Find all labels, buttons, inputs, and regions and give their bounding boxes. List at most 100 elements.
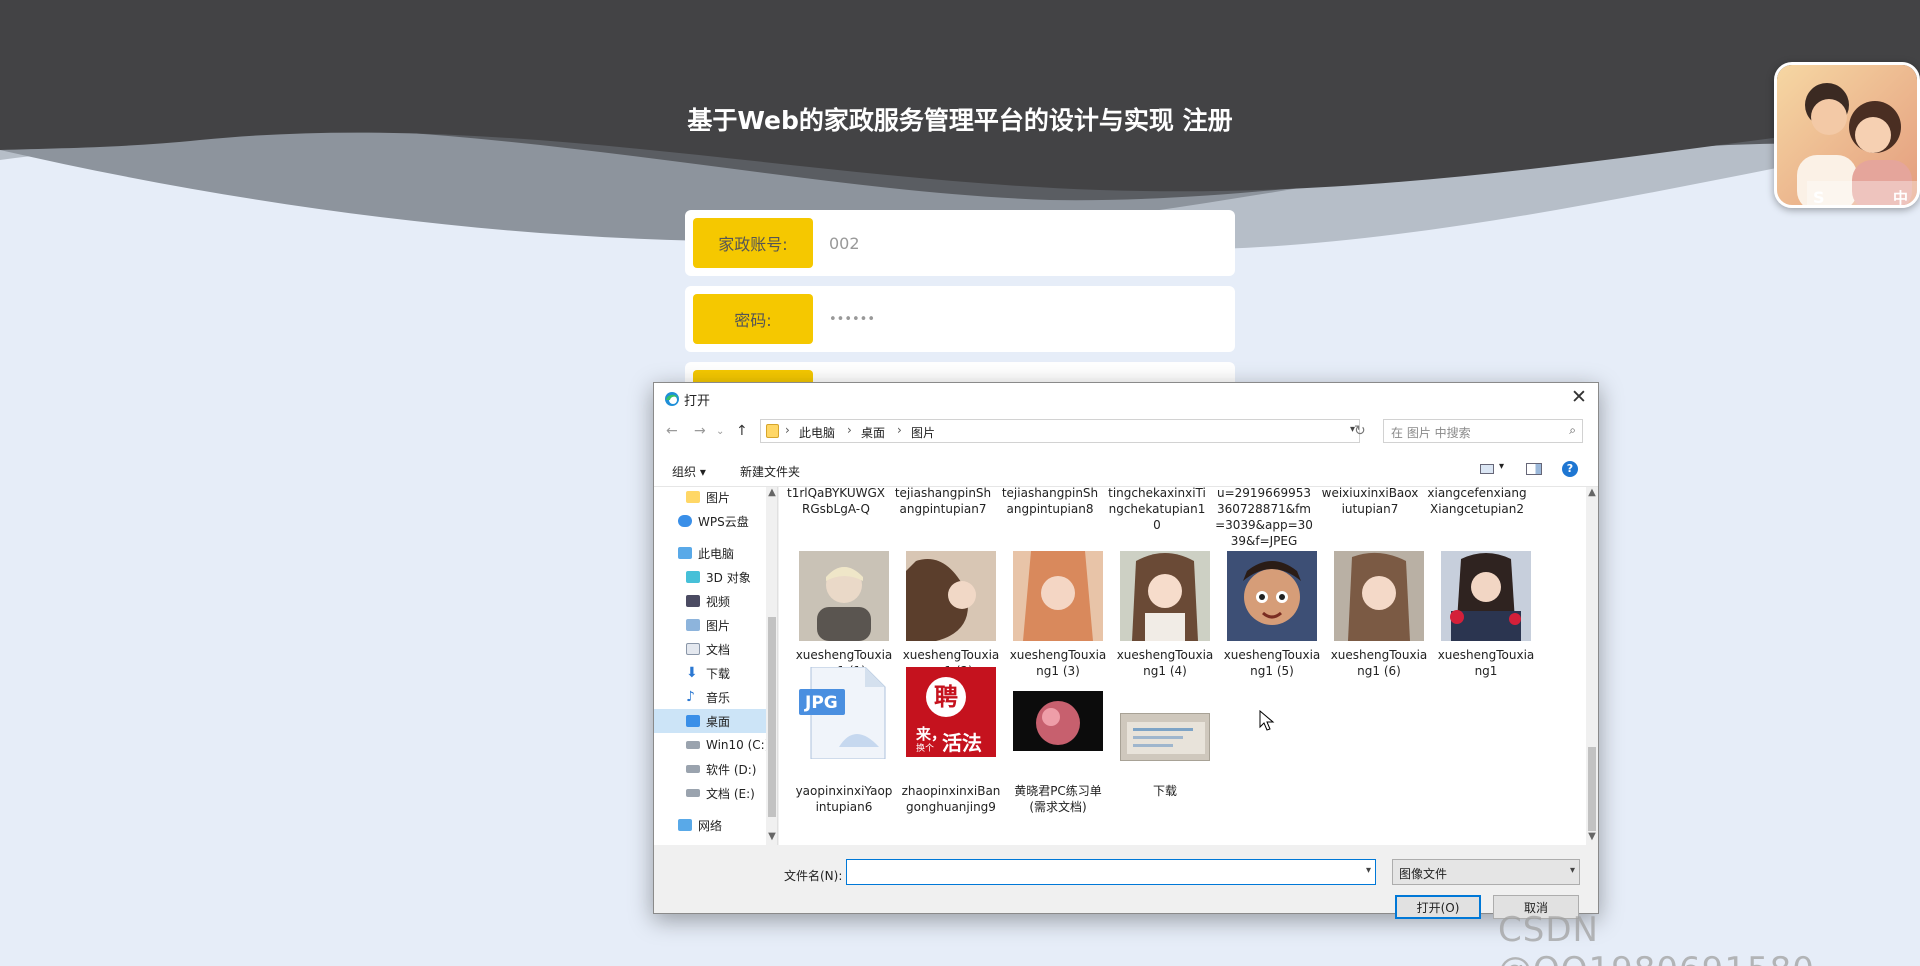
file-name[interactable]: xueshengTouxiang1 (6) bbox=[1329, 647, 1429, 679]
file-name[interactable]: u=2919669953360728871&fm=3039&app=3039&f… bbox=[1214, 487, 1314, 549]
address-box[interactable]: › 此电脑 › 桌面 › 图片 ▾ bbox=[760, 419, 1360, 443]
file-name[interactable]: xueshengTouxiang1 (3) bbox=[1008, 647, 1108, 679]
recent-chevron-icon[interactable]: ⌄ bbox=[716, 426, 724, 437]
nav-item-pictures[interactable]: 图片 bbox=[654, 613, 777, 637]
file-name[interactable]: xiangcefenxiangXiangcetupian2 bbox=[1427, 487, 1527, 517]
search-input[interactable]: 在 图片 中搜索 ⌕ bbox=[1383, 419, 1583, 443]
file-name[interactable]: tingchekaxinxiTingchekatupian10 bbox=[1107, 487, 1207, 533]
file-thumbnail[interactable] bbox=[1013, 551, 1103, 641]
avatar[interactable]: S 中 bbox=[1774, 62, 1920, 208]
files-pane: t1rlQaBYKUWGXRGsbLgA-Q tejiashangpinShan… bbox=[779, 487, 1598, 845]
chevron-down-icon[interactable]: ▾ bbox=[1499, 461, 1504, 472]
file-thumbnail[interactable] bbox=[1120, 713, 1210, 761]
breadcrumb-item[interactable]: 此电脑 bbox=[799, 424, 835, 441]
nav-item-documents[interactable]: 文档 bbox=[654, 637, 777, 661]
password-input[interactable]: •••••• bbox=[825, 294, 1225, 344]
filetype-select[interactable]: 图像文件 ▾ bbox=[1392, 859, 1580, 885]
breadcrumb-item[interactable]: 图片 bbox=[911, 424, 935, 441]
file-open-dialog: 打开 ✕ ← → ⌄ ↑ › 此电脑 › 桌面 › 图片 ▾ ↻ 在 图片 中搜… bbox=[653, 382, 1599, 919]
file-thumbnail[interactable] bbox=[1013, 691, 1103, 751]
file-thumbnail[interactable] bbox=[1441, 551, 1531, 641]
nav-item-drive-c[interactable]: Win10 (C:) bbox=[654, 733, 777, 757]
nav-item-desktop[interactable]: 桌面 bbox=[654, 709, 777, 733]
music-icon: ♪ bbox=[686, 689, 695, 705]
file-name[interactable]: yaopinxinxiYaopintupian6 bbox=[794, 783, 894, 815]
thumb-text: 活法 bbox=[942, 731, 982, 755]
nav-item-label: 桌面 bbox=[706, 714, 731, 729]
hire-badge: 聘 bbox=[926, 677, 966, 717]
file-name[interactable]: tejiashangpinShangpintupian8 bbox=[1000, 487, 1100, 517]
preview-pane-icon[interactable] bbox=[1526, 463, 1542, 475]
scroll-up-icon[interactable]: ▲ bbox=[766, 487, 777, 498]
video-icon bbox=[686, 595, 700, 607]
scroll-down-icon[interactable]: ▼ bbox=[1586, 831, 1598, 842]
chevron-down-icon: ▾ bbox=[1569, 865, 1575, 876]
open-button[interactable]: 打开(O) bbox=[1395, 895, 1481, 919]
new-folder-button[interactable]: 新建文件夹 bbox=[740, 463, 800, 480]
nav-item-wps-cloud[interactable]: WPS云盘 bbox=[654, 509, 777, 533]
file-name[interactable]: xueshengTouxiang1 (4) bbox=[1115, 647, 1215, 679]
forward-arrow-icon[interactable]: → bbox=[694, 423, 706, 439]
file-name[interactable]: xueshengTouxiang1 bbox=[1436, 647, 1536, 679]
nav-item-downloads[interactable]: ⬇ 下载 bbox=[654, 661, 777, 685]
filetype-value: 图像文件 bbox=[1399, 867, 1448, 881]
breadcrumb-separator-icon: › bbox=[847, 423, 852, 437]
nav-item-label: 视频 bbox=[706, 594, 731, 609]
file-thumbnail[interactable] bbox=[906, 551, 996, 641]
file-thumbnail[interactable] bbox=[799, 551, 889, 641]
file-name[interactable]: tejiashangpinShangpintupian7 bbox=[893, 487, 993, 517]
file-name[interactable]: 下载 bbox=[1115, 783, 1215, 799]
breadcrumb-item[interactable]: 桌面 bbox=[861, 424, 885, 441]
account-input[interactable]: 002 bbox=[825, 218, 1225, 268]
view-options-icon[interactable] bbox=[1480, 464, 1494, 474]
file-name[interactable]: 黄晓君PC练习单(需求文档) bbox=[1008, 783, 1108, 815]
nav-item-3d-objects[interactable]: 3D 对象 bbox=[654, 565, 777, 589]
drive-icon bbox=[686, 741, 700, 749]
nav-item-label: WPS云盘 bbox=[698, 514, 749, 529]
organize-button[interactable]: 组织 ▾ bbox=[672, 463, 706, 480]
watermark: CSDN @QQ1980691580 bbox=[1498, 910, 1814, 966]
nav-item-videos[interactable]: 视频 bbox=[654, 589, 777, 613]
file-name[interactable]: zhaopinxinxiBangonghuanjing9 bbox=[901, 783, 1001, 815]
nav-scrollbar[interactable]: ▲ ▼ bbox=[766, 487, 777, 845]
files-scrollbar[interactable]: ▲ ▼ bbox=[1586, 487, 1598, 845]
dialog-toolbar: 组织 ▾ 新建文件夹 ▾ ? bbox=[654, 453, 1598, 487]
file-name[interactable]: t1rlQaBYKUWGXRGsbLgA-Q bbox=[786, 487, 886, 517]
chevron-down-icon[interactable]: ▾ bbox=[1366, 865, 1371, 876]
back-arrow-icon[interactable]: ← bbox=[666, 423, 678, 439]
file-name[interactable]: xueshengTouxiang1 (5) bbox=[1222, 647, 1322, 679]
computer-icon bbox=[678, 547, 692, 559]
nav-item-this-pc[interactable]: 此电脑 bbox=[654, 541, 777, 565]
nav-item-network[interactable]: 网络 bbox=[654, 813, 777, 837]
file-thumbnail[interactable] bbox=[1120, 551, 1210, 641]
filename-input[interactable]: ▾ bbox=[846, 859, 1376, 885]
nav-item-music[interactable]: ♪ 音乐 bbox=[654, 685, 777, 709]
scroll-down-icon[interactable]: ▼ bbox=[766, 831, 777, 842]
up-arrow-icon[interactable]: ↑ bbox=[736, 423, 748, 439]
password-label: 密码: bbox=[693, 294, 813, 344]
file-thumbnail[interactable] bbox=[1227, 551, 1317, 641]
file-thumbnail[interactable]: 聘 来， 换个 活法 bbox=[906, 667, 996, 757]
help-icon[interactable]: ? bbox=[1562, 461, 1578, 477]
file-name[interactable]: weixiuxinxiBaoxiutupian7 bbox=[1320, 487, 1420, 517]
jpg-file-icon[interactable]: JPG bbox=[799, 667, 889, 759]
avatar-icon-s: S bbox=[1813, 188, 1825, 207]
nav-item-pictures-folder[interactable]: 图片 bbox=[654, 487, 777, 509]
cube-icon bbox=[686, 571, 700, 583]
thumb-text: 换个 bbox=[916, 744, 935, 754]
avatar-photo: S 中 bbox=[1777, 65, 1917, 207]
nav-item-label: 软件 (D:) bbox=[706, 762, 757, 777]
close-icon[interactable]: ✕ bbox=[1566, 385, 1592, 411]
nav-item-label: 下载 bbox=[706, 666, 731, 681]
nav-item-label: 3D 对象 bbox=[706, 570, 751, 585]
files-scrollbar-thumb[interactable] bbox=[1588, 747, 1596, 831]
nav-scrollbar-thumb[interactable] bbox=[768, 617, 776, 817]
nav-item-drive-d[interactable]: 软件 (D:) bbox=[654, 757, 777, 781]
scroll-up-icon[interactable]: ▲ bbox=[1586, 487, 1598, 498]
file-thumbnail[interactable] bbox=[1334, 551, 1424, 641]
nav-item-label: 网络 bbox=[698, 818, 723, 833]
nav-item-label: 此电脑 bbox=[698, 546, 735, 561]
edge-icon bbox=[665, 392, 679, 406]
refresh-icon[interactable]: ↻ bbox=[1354, 423, 1366, 439]
nav-item-drive-e[interactable]: 文档 (E:) bbox=[654, 781, 777, 805]
